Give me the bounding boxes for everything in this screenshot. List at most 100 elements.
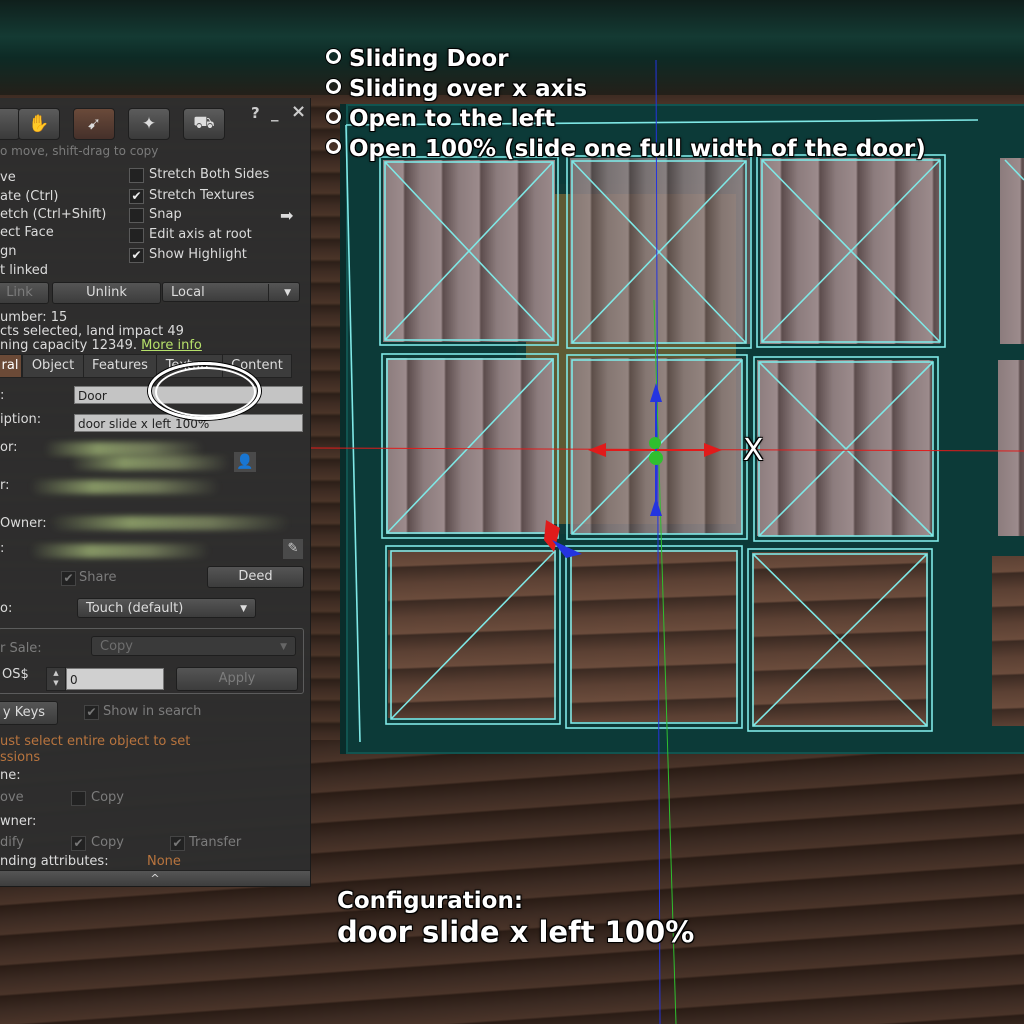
snap-label: Snap [149,207,182,222]
door-panel[interactable] [570,358,742,534]
collapse-bar[interactable]: ^ [0,870,310,886]
bullet-icon [326,79,341,94]
description-label: iption: [0,412,42,427]
help-icon[interactable]: ? [251,104,260,122]
ruler-mode-dropdown[interactable]: Local ▼ [162,282,300,302]
door-panel[interactable] [570,550,738,722]
door-panel[interactable] [388,550,556,718]
move-tool-button[interactable]: ✋ [18,108,60,140]
door-panel[interactable] [998,360,1024,536]
remaining-capacity: ning capacity 12349. More info [0,338,202,353]
land-tool-button[interactable]: ⛟ [183,108,225,140]
pathfinding-label: nding attributes: [0,854,109,869]
next-transfer-label: Transfer [189,835,242,850]
annotation-bullet: Sliding over x axis [326,74,926,104]
door-panel[interactable] [570,158,750,344]
chevron-up-icon[interactable]: ▲ [53,669,58,677]
pointer-icon: ➹ [86,114,102,134]
permissions-warning: ust select entire object to set [0,734,191,749]
door-panel[interactable] [383,160,555,342]
focus-tool-button[interactable] [0,108,20,140]
drag-hint: o move, shift-drag to copy [0,144,159,158]
click-action-dropdown[interactable]: Touch (default) ▼ [77,598,256,618]
group-label: : [0,541,5,556]
door-panel[interactable] [1000,158,1024,344]
copy-keys-button[interactable]: y Keys [0,701,58,725]
stretch-both-sides-label: Stretch Both Sides [149,167,270,182]
magic-wand-icon: ✦ [141,114,157,134]
chevron-down-icon: ▼ [284,288,291,298]
door-panel[interactable] [757,360,933,536]
everyone-copy-checkbox[interactable] [71,791,86,806]
bullet-icon [326,49,341,64]
arrow-right-icon[interactable]: ➡ [280,206,293,225]
annotation-bullet: Sliding Door [326,44,926,74]
edit-tool-button[interactable]: ➹ [73,108,115,140]
create-tool-button[interactable]: ✦ [128,108,170,140]
annotation-bullets: Sliding Door Sliding over x axis Open to… [326,44,926,164]
name-label: : [0,388,5,403]
tab-object[interactable]: Object [22,354,84,378]
door-panel[interactable] [992,556,1024,726]
edit-axis-at-root-checkbox[interactable] [129,228,144,243]
mode-align[interactable]: gn [0,244,17,259]
mode-edit-linked[interactable]: t linked [0,263,48,278]
close-icon[interactable]: × [291,101,306,122]
unlink-button[interactable]: Unlink [52,282,161,304]
minimize-icon[interactable]: _ [271,104,279,122]
x-axis-label: X [743,433,764,468]
chevron-down-icon[interactable]: ▼ [53,679,58,687]
door-panel[interactable] [386,358,554,534]
stretch-both-sides-checkbox[interactable] [129,168,144,183]
show-in-search-checkbox[interactable]: ✔ [84,705,99,720]
price-stepper[interactable]: ▲ ▼ [46,667,66,691]
share-label: Share [79,570,117,585]
show-highlight-checkbox[interactable]: ✔ [129,248,144,263]
door-panel[interactable] [752,552,928,726]
bulldozer-icon: ⛟ [193,113,215,133]
bullet-icon [326,109,341,124]
more-info-link[interactable]: More info [141,338,202,353]
profile-icon[interactable]: 👤 [234,452,256,472]
stretch-textures-checkbox[interactable]: ✔ [129,189,144,204]
sale-type-dropdown[interactable]: Copy ▼ [91,636,296,656]
chevron-up-icon[interactable]: ^ [150,872,159,885]
price-currency-label: OS$ [2,667,29,682]
snap-checkbox[interactable] [129,208,144,223]
redacted-name [70,456,230,470]
everyone-label: ne: [0,768,21,783]
apply-button[interactable]: Apply [176,667,298,691]
everyone-move-label: ove [0,790,24,805]
next-copy-label: Copy [91,835,124,850]
annotation-bullet: Open 100% (slide one full width of the d… [326,134,926,164]
last-owner-label: Owner: [0,516,47,531]
next-modify-label: dify [0,835,24,850]
show-highlight-label: Show Highlight [149,247,247,262]
mode-stretch[interactable]: etch (Ctrl+Shift) [0,207,106,222]
tab-features[interactable]: Features [83,354,157,378]
mode-select-face[interactable]: ect Face [0,225,54,240]
bullet-icon [326,139,341,154]
dropdown-divider [268,284,269,302]
price-input[interactable]: 0 [66,668,164,690]
deed-button[interactable]: Deed [207,566,304,588]
link-button[interactable]: Link [0,282,49,304]
share-checkbox[interactable]: ✔ [61,571,76,586]
door-panel[interactable] [760,158,940,344]
next-transfer-checkbox[interactable]: ✔ [170,836,185,851]
wrench-icon[interactable]: ✎ [283,539,303,559]
mode-move[interactable]: ve [0,170,16,185]
annotation-bullet: Open to the left [326,104,926,134]
grab-hand-icon: ✋ [28,114,50,134]
next-copy-checkbox[interactable]: ✔ [71,836,86,851]
remaining-capacity-text: ning capacity 12349. [0,338,137,353]
build-tools-panel: ✋ ➹ ✦ ⛟ ? _ × o move, shift-drag to copy… [0,98,311,887]
chevron-down-icon: ▼ [240,604,247,614]
redacted-name [44,442,204,456]
show-in-search-label: Show in search [103,704,202,719]
click-action-label: o: [0,601,13,616]
configuration-title: Configuration: [337,888,524,914]
tab-general[interactable]: ral [0,354,22,378]
for-sale-label: r Sale: [0,641,42,656]
mode-rotate[interactable]: ate (Ctrl) [0,189,58,204]
